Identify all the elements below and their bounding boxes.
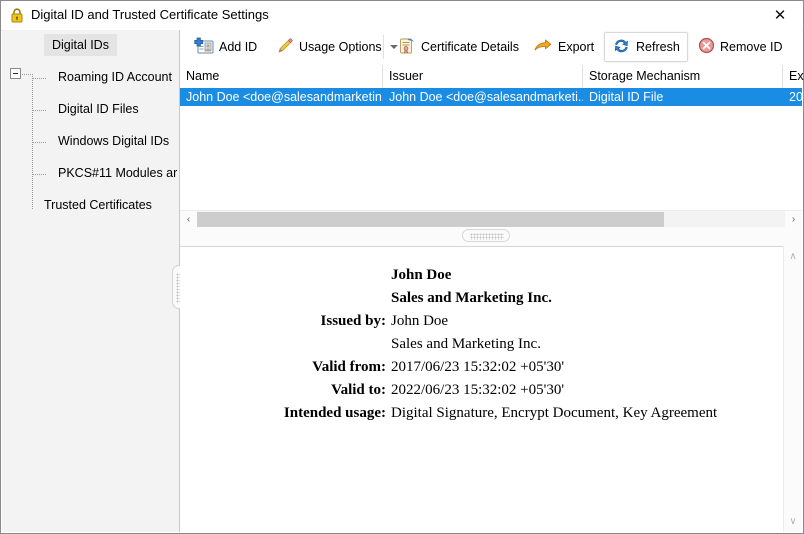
detail-label: Issued by:	[320, 313, 386, 329]
detail-line: Valid from: 2017/06/23 15:32:02 +05'30'	[180, 359, 784, 382]
scroll-up-arrow-icon[interactable]: ∧	[784, 248, 802, 265]
detail-value: Digital Signature, Encrypt Document, Key…	[391, 405, 718, 421]
detail-line: Valid to: 2022/06/23 15:32:02 +05'30'	[180, 382, 784, 405]
detail-vertical-scrollbar[interactable]: ∧ ∨	[783, 246, 802, 532]
tree-connector-h-1	[33, 78, 46, 79]
scroll-track[interactable]	[197, 211, 785, 228]
scroll-thumb[interactable]	[197, 212, 664, 227]
remove-id-button[interactable]: Remove ID	[690, 32, 791, 62]
certificate-details-button[interactable]: Certificate Details	[389, 32, 527, 62]
cell-storage-mechanism: Digital ID File	[589, 90, 664, 104]
column-header-expiry[interactable]: Ex	[783, 65, 804, 88]
detail-value: John Doe	[391, 313, 449, 329]
toolbar-button-label: Usage Options	[299, 40, 382, 54]
toolbar-button-label: Remove ID	[720, 40, 783, 54]
detail-line: Sales and Marketing Inc.	[180, 336, 784, 359]
tree-connector-h-2	[33, 110, 46, 111]
add-id-button[interactable]: Add ID	[186, 32, 265, 62]
toolbar-button-label: Export	[558, 40, 595, 54]
cell-issuer: John Doe <doe@salesandmarketi...	[389, 90, 583, 104]
detail-label: Valid from:	[312, 359, 386, 375]
certificate-icon	[397, 37, 416, 58]
detail-value: 2022/06/23 15:32:02 +05'30'	[391, 382, 565, 398]
digital-id-list: John Doe <doe@salesandmarketin... John D…	[180, 88, 802, 188]
window-title: Digital ID and Trusted Certificate Setti…	[31, 7, 269, 22]
pencil-icon	[276, 37, 294, 58]
sidebar-item-windows-digital-ids[interactable]: Windows Digital IDs	[58, 130, 169, 152]
usage-options-button[interactable]: Usage Options	[268, 32, 406, 62]
detail-label: Intended usage:	[283, 405, 386, 421]
table-row[interactable]: John Doe <doe@salesandmarketin... John D…	[180, 88, 802, 106]
certificate-detail-pane: John Doe Sales and Marketing Inc. Issued…	[180, 246, 802, 532]
horizontal-splitter[interactable]	[180, 227, 802, 246]
sidebar-item-pkcs11-modules[interactable]: PKCS#11 Modules ar	[58, 162, 177, 184]
toolbar-button-label: Certificate Details	[421, 40, 519, 54]
sidebar-item-label: PKCS#11 Modules ar	[58, 166, 178, 180]
sidebar-item-roaming-id-account[interactable]: Roaming ID Account	[58, 66, 172, 88]
cell-name: John Doe <doe@salesandmarketin...	[186, 90, 383, 104]
column-header-issuer[interactable]: Issuer	[383, 65, 583, 88]
detail-value: 2017/06/23 15:32:02 +05'30'	[391, 359, 565, 375]
close-button[interactable]: ✕	[757, 1, 803, 30]
detail-line: John Doe	[180, 267, 784, 290]
lock-icon	[10, 8, 24, 23]
add-id-card-icon	[194, 37, 214, 58]
remove-circle-x-icon	[698, 37, 715, 57]
detail-label: Valid to:	[331, 382, 386, 398]
detail-line: Issued by: John Doe	[180, 313, 784, 336]
category-tree-pane: Digital IDs Roaming ID Account Digital I…	[2, 30, 180, 532]
column-header-storage-mechanism[interactable]: Storage Mechanism	[583, 65, 783, 88]
sidebar-item-digital-id-files[interactable]: Digital ID Files	[58, 98, 139, 120]
sidebar-item-label: Roaming ID Account	[58, 70, 172, 84]
refresh-button[interactable]: Refresh	[604, 32, 688, 62]
sidebar-item-label: Windows Digital IDs	[58, 134, 170, 148]
toolbar-separator	[383, 35, 384, 59]
sidebar-item-digital-ids[interactable]: Digital IDs	[44, 34, 117, 56]
horizontal-splitter-handle[interactable]	[462, 229, 510, 242]
sidebar-item-trusted-certificates[interactable]: Trusted Certificates	[44, 194, 152, 216]
cell-expiry: 20	[789, 90, 802, 104]
toolbar: Add ID Usage Options Certificate Details…	[180, 30, 802, 66]
content-pane: Add ID Usage Options Certificate Details…	[180, 30, 804, 532]
certificate-detail-content: John Doe Sales and Marketing Inc. Issued…	[180, 247, 784, 532]
title-bar: Digital ID and Trusted Certificate Setti…	[1, 1, 803, 31]
toolbar-button-label: Refresh	[636, 40, 680, 54]
sidebar-item-label: Digital ID Files	[58, 102, 139, 116]
scroll-down-arrow-icon[interactable]: ∨	[784, 513, 802, 530]
toolbar-button-label: Add ID	[219, 40, 258, 54]
detail-line: Intended usage: Digital Signature, Encry…	[180, 405, 784, 428]
sidebar-item-label: Digital IDs	[52, 38, 109, 52]
detail-value: Sales and Marketing Inc.	[391, 336, 541, 352]
scroll-left-arrow-icon[interactable]: ‹	[180, 211, 197, 228]
detail-line: Sales and Marketing Inc.	[180, 290, 784, 313]
list-horizontal-scrollbar[interactable]: ‹ ›	[180, 210, 802, 228]
list-header-row: Name Issuer Storage Mechanism Ex	[180, 65, 804, 89]
tree-expander-digital-ids[interactable]	[10, 68, 21, 79]
export-arrow-icon	[533, 37, 553, 58]
detail-value: Sales and Marketing Inc.	[391, 290, 552, 306]
digital-id-settings-window: Digital ID and Trusted Certificate Setti…	[0, 0, 804, 534]
refresh-icon	[612, 37, 631, 58]
sidebar-item-label: Trusted Certificates	[44, 198, 152, 212]
export-button[interactable]: Export	[525, 32, 602, 62]
tree-connector-h-4	[33, 174, 46, 175]
detail-value: John Doe	[391, 267, 452, 283]
splitter-grip-dots	[470, 233, 504, 240]
column-header-name[interactable]: Name	[180, 65, 383, 88]
tree-connector-h-3	[33, 142, 46, 143]
scroll-right-arrow-icon[interactable]: ›	[785, 211, 802, 228]
